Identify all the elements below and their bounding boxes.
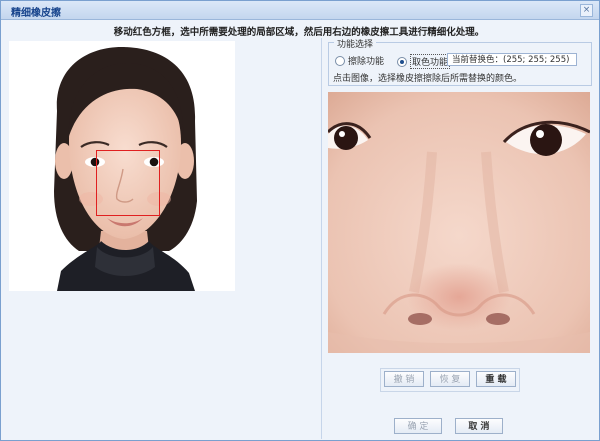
undo-button[interactable]: 撤 销 xyxy=(384,371,424,387)
radio-pick-color-label: 取色功能 xyxy=(410,54,451,69)
replace-color-field[interactable]: 当前替换色：(255; 255; 255) xyxy=(447,53,577,66)
hint-text: 点击图像，选择橡皮擦擦除后所需替换的颜色。 xyxy=(333,74,523,84)
zoomed-face-image[interactable] xyxy=(328,92,590,353)
zoom-edit-area[interactable] xyxy=(328,92,590,353)
source-image-panel[interactable] xyxy=(9,41,235,291)
cancel-button[interactable]: 取 消 xyxy=(455,418,503,434)
selection-box[interactable] xyxy=(96,150,160,216)
ok-button[interactable]: 确 定 xyxy=(394,418,442,434)
radio-erase[interactable]: 擦除功能 xyxy=(335,54,384,67)
close-icon[interactable]: × xyxy=(580,4,593,17)
title-bar[interactable]: 精细橡皮擦 × xyxy=(1,1,599,20)
window-title: 精细橡皮擦 xyxy=(11,8,61,19)
function-legend: 功能选择 xyxy=(334,37,377,50)
radio-pick-color[interactable]: 取色功能 xyxy=(397,54,451,69)
panel-divider xyxy=(321,38,322,439)
reload-button[interactable]: 重 载 xyxy=(476,371,516,387)
radio-erase-label: 擦除功能 xyxy=(348,57,385,67)
radio-erase-dot[interactable] xyxy=(335,55,345,66)
instruction-text: 移动红色方框，选中所需要处理的局部区域，然后用右边的橡皮擦工具进行精细化处理。 xyxy=(113,27,485,38)
radio-pick-color-dot[interactable] xyxy=(397,56,407,67)
redo-button[interactable]: 恢 复 xyxy=(430,371,470,387)
